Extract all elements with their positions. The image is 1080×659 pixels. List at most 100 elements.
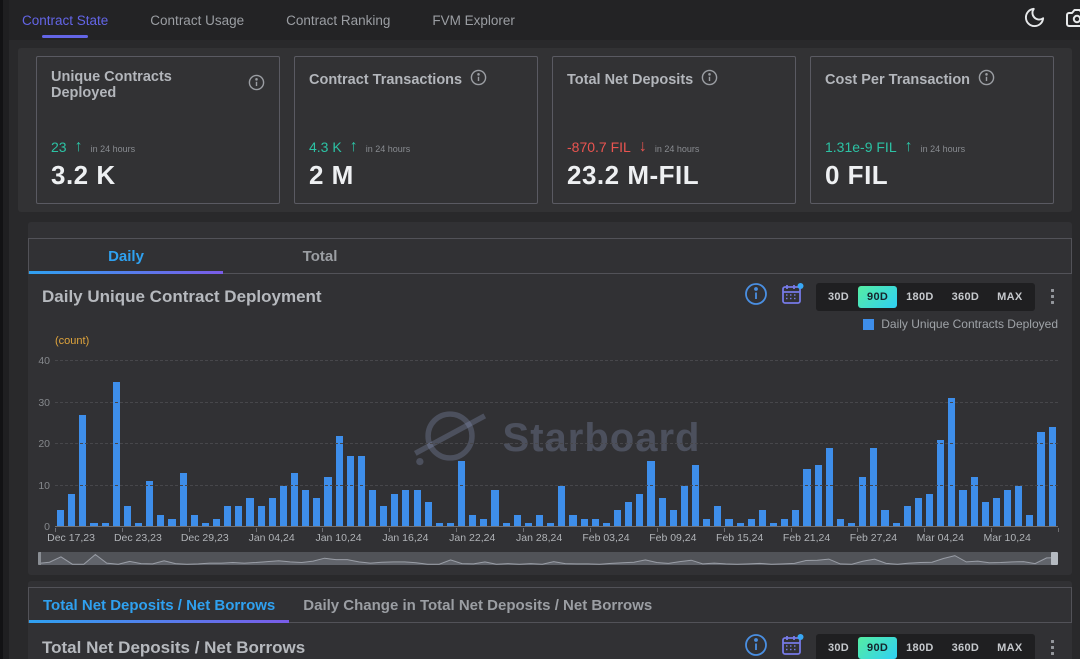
range-360d-button[interactable]: 360D [943,286,989,308]
stat-big-value: 3.2 K [51,160,265,191]
bar [937,440,944,527]
stat-big-value: 0 FIL [825,160,1039,191]
dark-mode-moon-icon[interactable] [1023,6,1046,34]
deposits-chart-panel: Total Net Deposits / Net Borrows Daily C… [28,581,1072,659]
deposits-tabs: Total Net Deposits / Net Borrows Daily C… [28,587,1072,623]
bar [280,486,287,528]
more-options-kebab-icon[interactable] [1047,638,1059,658]
info-icon[interactable] [744,633,768,659]
screenshot-camera-icon[interactable] [1064,6,1080,35]
bar [915,498,922,527]
bar [803,469,810,527]
stat-period: in 24 hours [655,144,700,154]
stat-card-cost-per-transaction: Cost Per Transaction 1.31e-9 FIL ↑ in 24… [810,56,1054,204]
y-tick-label: 10 [28,480,50,492]
bar [258,506,265,527]
bar [826,448,833,527]
stat-change-value: -870.7 FIL [567,139,631,155]
bar [313,498,320,527]
nav-tab-contract-ranking[interactable]: Contract Ranking [286,0,390,40]
bar [302,490,309,527]
bar [369,490,376,527]
range-90d-button[interactable]: 90D [858,286,897,308]
page-left-edge-2 [3,0,9,659]
range-button-group: 30D 90D 180D 360D MAX [816,634,1035,659]
bar [1004,490,1011,527]
x-tick-label: Feb 09,24 [649,532,696,544]
calendar-icon[interactable] [780,633,804,659]
stat-change-value: 23 [51,139,67,155]
bar [614,510,621,527]
top-nav: Contract State Contract Usage Contract R… [0,0,1080,40]
deposits-chart-controls: 30D 90D 180D 360D MAX [744,633,1058,659]
bar [681,486,688,528]
info-icon[interactable] [701,69,718,91]
range-max-button[interactable]: MAX [988,637,1031,659]
nav-tab-fvm-explorer[interactable]: FVM Explorer [432,0,515,40]
navigator-silhouette [38,552,1058,565]
x-tick-label: Feb 27,24 [850,532,897,544]
tab-daily-change-net-deposits[interactable]: Daily Change in Total Net Deposits / Net… [289,588,666,622]
bar [402,490,409,527]
x-tick-label: Mar 10,24 [984,532,1031,544]
stat-period: in 24 hours [921,144,966,154]
nav-tab-contract-state[interactable]: Contract State [22,0,108,40]
y-tick-label: 40 [28,355,50,367]
chart-legend[interactable]: Daily Unique Contracts Deployed [28,311,1072,331]
stat-card-contract-transactions: Contract Transactions 4.3 K ↑ in 24 hour… [294,56,538,204]
bar-chart-plot[interactable]: Starboard 010203040 [55,361,1058,527]
info-icon[interactable] [978,69,995,91]
bar [491,490,498,527]
deposits-chart-title: Total Net Deposits / Net Borrows [42,638,744,658]
bar [391,494,398,527]
range-90d-button[interactable]: 90D [858,637,897,659]
bar [180,473,187,527]
bars [55,361,1058,527]
bar [358,456,365,527]
calendar-icon[interactable] [780,282,804,311]
range-30d-button[interactable]: 30D [819,286,858,308]
up-arrow-icon: ↑ [905,138,913,156]
stat-period: in 24 hours [366,144,411,154]
bar [647,461,654,527]
bar [68,494,75,527]
bar [815,465,822,527]
bar [291,473,298,527]
up-arrow-icon: ↑ [350,138,358,156]
chart-title: Daily Unique Contract Deployment [42,287,744,307]
bar [414,490,421,527]
bar [759,510,766,527]
x-tick [1058,528,1059,532]
range-max-button[interactable]: MAX [988,286,1031,308]
range-180d-button[interactable]: 180D [897,637,943,659]
bar [792,510,799,527]
x-tick-label: Jan 16,24 [382,532,428,544]
chart-tabs: Daily Total [28,238,1072,274]
range-button-group: 30D 90D 180D 360D MAX [816,283,1035,311]
x-tick-label: Jan 28,24 [516,532,562,544]
x-axis-labels: Dec 17,23Dec 23,23Dec 29,23Jan 04,24Jan … [55,528,1058,546]
nav-tab-contract-usage[interactable]: Contract Usage [150,0,244,40]
tab-daily[interactable]: Daily [29,239,223,273]
bar [993,498,1000,527]
tab-total-net-deposits[interactable]: Total Net Deposits / Net Borrows [29,588,289,622]
data-zoom-navigator[interactable] [38,552,1058,565]
range-180d-button[interactable]: 180D [897,286,943,308]
bar [636,494,643,527]
info-icon[interactable] [248,74,265,96]
bar [625,502,632,527]
navigator-left-handle[interactable] [38,552,41,565]
more-options-kebab-icon[interactable] [1047,287,1059,307]
info-icon[interactable] [470,69,487,91]
stat-card-unique-contracts: Unique Contracts Deployed 23 ↑ in 24 hou… [36,56,280,204]
range-360d-button[interactable]: 360D [943,637,989,659]
legend-label: Daily Unique Contracts Deployed [881,317,1058,331]
x-tick-label: Dec 23,23 [114,532,162,544]
x-axis-line [55,526,1058,527]
navigator-right-handle[interactable] [1051,552,1058,565]
info-icon[interactable] [744,282,768,311]
range-30d-button[interactable]: 30D [819,637,858,659]
bar [79,415,86,527]
bar [458,461,465,527]
tab-total[interactable]: Total [223,239,417,273]
